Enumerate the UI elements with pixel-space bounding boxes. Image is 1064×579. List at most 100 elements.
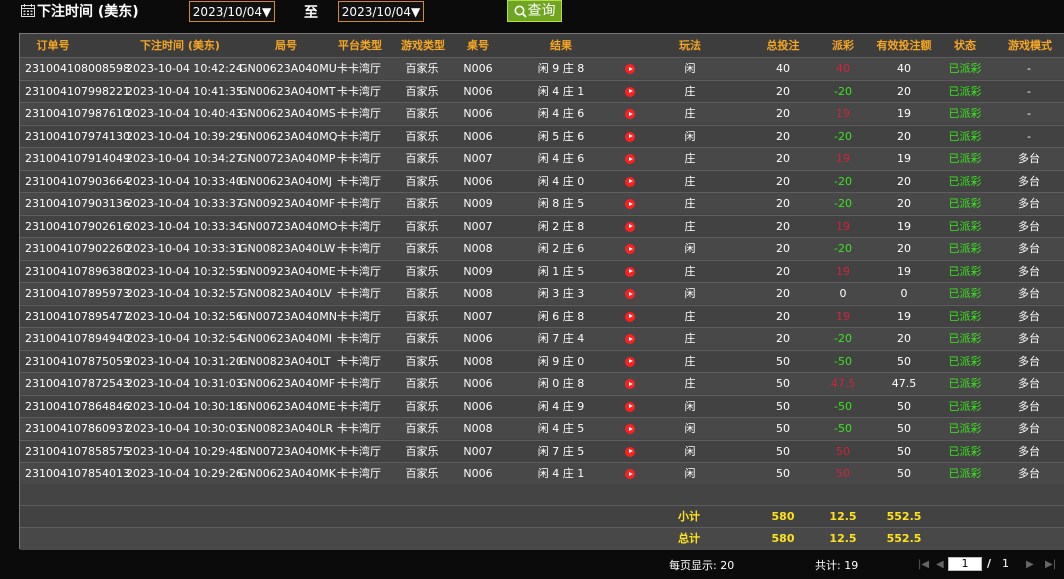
cell-total-bet: 50 [776, 377, 790, 390]
play-video-icon[interactable] [625, 64, 635, 74]
col-game-type: 游戏类型 [401, 39, 445, 52]
cell-round-no: GN00623A040MS [239, 107, 336, 120]
cell-bet-time: 2023-10-04 10:29:48 [126, 444, 243, 458]
cell-game-mode: - [1027, 84, 1031, 98]
table-header: 订单号 下注时间 (美东) 局号 平台类型 游戏类型 桌号 结果 玩法 总投注 派彩 有效投注额 状态… [20, 34, 1064, 57]
cell-table-no: N006 [463, 84, 493, 98]
cell-status: 已派彩 [948, 242, 982, 255]
cell-play: 庄 [684, 84, 696, 98]
play-video-icon[interactable] [625, 176, 635, 187]
cell-order-no: 231004107903136 [25, 197, 130, 210]
cell-round-no: GN00623A040MI [239, 332, 333, 345]
play-video-icon[interactable] [625, 356, 635, 367]
cell-bet-time: 2023-10-04 10:31:03 [126, 377, 243, 390]
play-video-icon[interactable] [625, 86, 635, 97]
play-video-icon[interactable] [625, 311, 635, 322]
col-status: 状态 [954, 39, 976, 52]
cell-order-no: 231004107998221 [25, 84, 130, 98]
cell-status: 已派彩 [948, 467, 982, 480]
cell-bet-time: 2023-10-04 10:31:20 [126, 354, 243, 368]
cell-game-type: 百家乐 [405, 242, 439, 255]
play-video-icon[interactable] [625, 131, 635, 142]
cell-payout: 50 [836, 444, 850, 458]
cell-game-type: 百家乐 [405, 129, 439, 143]
play-video-icon[interactable] [625, 289, 635, 299]
cell-total-bet: 20 [776, 219, 790, 233]
page-number-input[interactable]: 1 [948, 557, 982, 571]
cell-payout: 47.5 [830, 377, 856, 390]
table-row: 231004107903136 2023-10-04 10:33:37 GN0092… [20, 192, 1064, 214]
play-video-icon[interactable] [625, 424, 635, 434]
query-button[interactable]: 查询 [507, 0, 562, 22]
table-row: 231004107987610 2023-10-04 10:40:43 GN0062… [20, 102, 1064, 124]
play-video-icon[interactable] [625, 266, 635, 277]
cell-table-no: N008 [463, 422, 493, 435]
table-row: 231004108008598 2023-10-04 10:42:24 GN0062… [20, 57, 1064, 79]
first-page-icon[interactable]: |◀ [918, 559, 929, 570]
play-video-icon[interactable] [625, 109, 635, 119]
cell-result: 闲 3 庄 3 [537, 287, 585, 300]
page-count: 1 [1002, 557, 1009, 570]
cell-bet-time: 2023-10-04 10:32:57 [126, 287, 243, 300]
cell-total-bet: 50 [776, 354, 790, 368]
cell-status: 已派彩 [948, 174, 982, 188]
col-bet-time: 下注时间 (美东) [140, 39, 220, 52]
next-page-icon[interactable]: ▶ [1026, 559, 1034, 570]
cell-result: 闲 4 庄 1 [537, 467, 585, 480]
cell-platform: 卡卡湾厅 [337, 332, 381, 345]
play-video-icon[interactable] [625, 401, 635, 412]
col-total-bet: 总投注 [766, 39, 800, 52]
cell-valid-bet: 20 [897, 332, 911, 345]
cell-result: 闲 8 庄 5 [537, 197, 585, 210]
play-video-icon[interactable] [625, 446, 635, 457]
table-row: 231004107854013 2023-10-04 10:29:26 GN0062… [20, 462, 1064, 484]
subtotal-payout: 12.5 [829, 510, 857, 523]
play-video-icon[interactable] [625, 154, 635, 164]
cell-play: 庄 [684, 152, 696, 165]
cell-table-no: N007 [463, 444, 493, 458]
cell-valid-bet: 47.5 [891, 377, 917, 390]
cell-play: 闲 [684, 399, 696, 413]
play-video-icon[interactable] [625, 469, 635, 479]
cell-round-no: GN00823A040LR [239, 422, 334, 435]
cell-total-bet: 20 [776, 174, 790, 188]
cell-status: 已派彩 [948, 264, 982, 278]
cell-valid-bet: 19 [897, 219, 911, 233]
cell-play: 闲 [684, 422, 696, 435]
cell-table-no: N009 [463, 197, 493, 210]
start-date-select[interactable]: 2023/10/04▼ [189, 1, 275, 22]
cell-platform: 卡卡湾厅 [337, 174, 381, 188]
cell-platform: 卡卡湾厅 [337, 399, 381, 413]
cell-play: 庄 [684, 377, 696, 390]
play-video-icon[interactable] [625, 244, 635, 254]
cell-total-bet: 20 [776, 84, 790, 98]
cell-result: 闲 7 庄 4 [537, 332, 585, 345]
cell-game-mode: - [1027, 62, 1031, 75]
prev-page-icon[interactable]: ◀ [936, 559, 944, 570]
cell-total-bet: 50 [776, 467, 790, 480]
cell-valid-bet: 50 [897, 467, 911, 480]
cell-order-no: 231004107895973 [25, 287, 130, 300]
cell-table-no: N006 [463, 332, 493, 345]
play-video-icon[interactable] [625, 379, 635, 389]
cell-table-no: N008 [463, 242, 493, 255]
cell-result: 闲 2 庄 6 [537, 242, 585, 255]
filter-bar: 下注时间 (美东) 2023/10/04▼ 至 2023/10/04▼ 查询 [0, 0, 1064, 30]
cell-status: 已派彩 [948, 309, 982, 323]
cell-order-no: 231004107903664 [25, 174, 130, 188]
cell-table-no: N008 [463, 287, 493, 300]
play-video-icon[interactable] [625, 221, 635, 232]
end-date-select[interactable]: 2023/10/04▼ [338, 1, 424, 22]
last-page-icon[interactable]: ▶| [1045, 559, 1056, 570]
cell-round-no: GN00623A040MU [239, 62, 337, 75]
cell-order-no: 231004107902260 [25, 242, 130, 255]
play-video-icon[interactable] [625, 199, 635, 209]
col-play: 玩法 [679, 39, 701, 52]
cell-valid-bet: 19 [897, 264, 911, 278]
cell-platform: 卡卡湾厅 [337, 62, 381, 75]
cell-total-bet: 50 [776, 422, 790, 435]
play-video-icon[interactable] [625, 334, 635, 344]
cell-payout: 50 [836, 467, 850, 480]
cell-status: 已派彩 [948, 219, 982, 233]
cell-result: 闲 4 庄 1 [537, 84, 585, 98]
